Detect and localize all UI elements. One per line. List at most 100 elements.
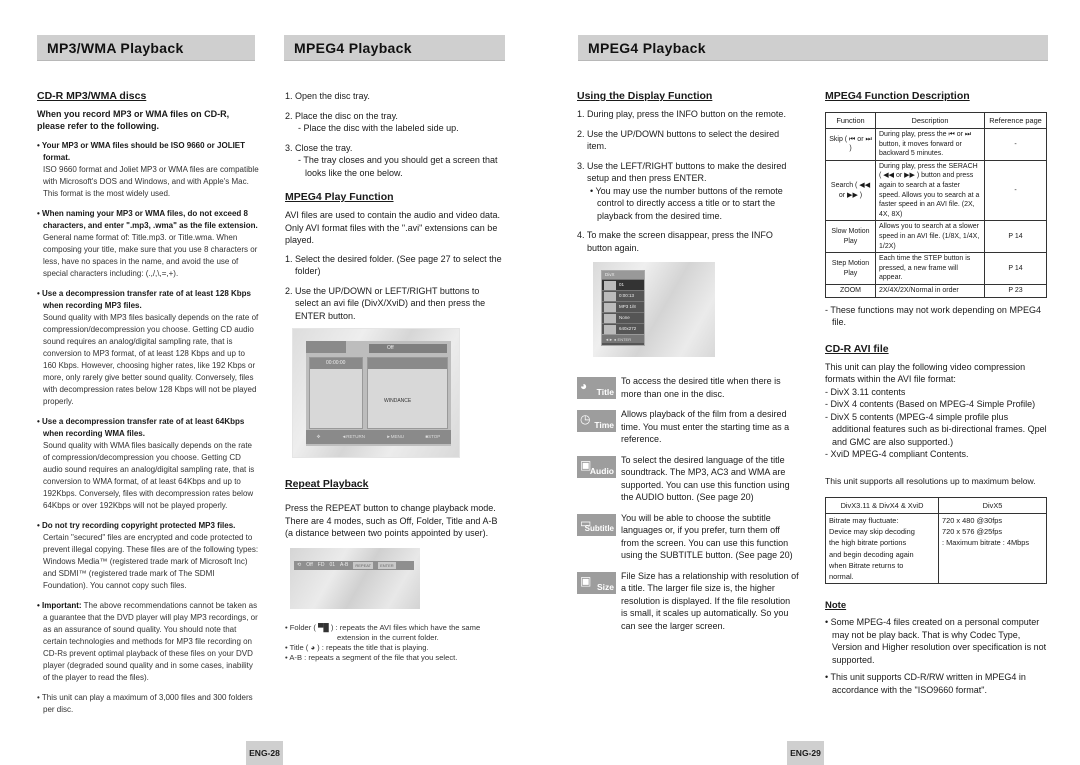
feature-audio: ▣ Audio To select the desired language of… xyxy=(577,454,799,504)
browser-footer: ✥ ◄RETURN ►MENU ■STOP xyxy=(306,430,451,444)
col-header: Description xyxy=(875,112,985,129)
time-readout: 00:00:00 xyxy=(310,358,362,369)
description-cell: During play, press the ⏮ or ⏭ button, it… xyxy=(875,128,985,161)
resolution-table: DivX3.11 & DivX4 & XviD DivX5 Bitrate ma… xyxy=(825,497,1047,585)
step-sub: - The tray closes and you should get a s… xyxy=(298,155,498,178)
feature-text: To select the desired language of the ti… xyxy=(621,454,790,503)
res-line: : Maximum bitrate : 4Mbps xyxy=(942,538,1030,548)
bullet-body: ISO 9660 format and Joliet MP3 or WMA fi… xyxy=(43,165,259,198)
section-title-cdr-mp3: CD-R MP3/WMA discs xyxy=(37,90,147,102)
step-item: 1. Open the disc tray. xyxy=(285,91,370,101)
file-pane-header xyxy=(368,358,447,369)
feature-text: To access the desired title when there i… xyxy=(621,376,781,399)
step-item: 3. Close the tray. - The tray closes and… xyxy=(285,142,503,180)
footer-return: ◄RETURN xyxy=(341,434,365,439)
res-line: when Bitrate returns to xyxy=(829,560,904,570)
subtitle-icon: ▭ Subtitle xyxy=(577,513,616,536)
bullet-body: Sound quality with WMA files basically d… xyxy=(43,441,255,510)
page-number-left: ENG-28 xyxy=(246,741,283,765)
play-step: 1. Select the desired folder. (See page … xyxy=(285,253,502,277)
function-cell: Step Motion Play xyxy=(825,252,876,285)
reference-cell: P 23 xyxy=(984,283,1047,298)
function-cell: Skip ( ⏮ or ⏭ ) xyxy=(825,128,876,161)
important-label: • Important: xyxy=(37,601,82,610)
bullet-head: • When naming your MP3 or WMA files, do … xyxy=(37,209,258,230)
info-row-size: 640x272 xyxy=(602,323,644,334)
feature-title: ◕ Title To access the desired title when … xyxy=(577,375,799,400)
time-icon: ◷ Time xyxy=(577,410,616,432)
bullet-head: • Your MP3 or WMA files should be ISO 96… xyxy=(37,141,246,162)
res-line: Bitrate may fluctuate: xyxy=(829,516,899,525)
step-main: 2. Place the disc on the tray. xyxy=(285,110,398,121)
icon-label: Time xyxy=(594,420,614,430)
table-row: Slow Motion Play Allows you to search at… xyxy=(825,220,1047,254)
reference-cell: P 14 xyxy=(984,220,1047,254)
function-cell: Slow Motion Play xyxy=(825,220,876,254)
legend-folder-cont: extension in the current folder. xyxy=(337,632,439,642)
bullet-head: • Use a decompression transfer rate of a… xyxy=(37,417,245,438)
section-title-display: Using the Display Function xyxy=(577,90,713,102)
table-row: ZOOM 2X/4X/2X/Normal in order P 23 xyxy=(825,283,1047,298)
feature-subtitle: ▭ Subtitle You will be able to choose the… xyxy=(577,512,799,562)
legend-title: • Title ( ◕ ) : repeats the title that i… xyxy=(285,642,429,652)
feature-text: File Size has a relationship with resolu… xyxy=(621,570,799,631)
size-icon: ▣ Size xyxy=(577,571,616,594)
section-title-repeat: Repeat Playback xyxy=(285,478,369,490)
table-row: Bitrate may fluctuate: Device may skip d… xyxy=(825,512,1047,585)
important-text: The above recommendations cannot be take… xyxy=(43,601,258,682)
size-icon xyxy=(604,324,616,334)
function-cell: ZOOM xyxy=(825,283,876,298)
reference-cell: P 14 xyxy=(984,252,1047,285)
step-item: 1. During play, press the INFO button on… xyxy=(577,109,786,119)
step-sub: - Place the disc with the labeled side u… xyxy=(298,123,459,133)
description-cell: Each time the STEP button is pressed, a … xyxy=(875,252,985,285)
repeat-bar: ⟲ Off FD 01 A-B REPEAT ENTER xyxy=(294,560,414,570)
page-number-right: ENG-29 xyxy=(787,741,824,765)
table-header-row: DivX3.11 & DivX4 & XviD DivX5 xyxy=(825,497,1047,514)
info-value: 640x272 xyxy=(619,326,637,331)
icon-label: Title xyxy=(596,387,614,397)
title-icon xyxy=(604,280,616,290)
audio-icon: ▣ Audio xyxy=(577,455,616,478)
col-header: DivX5 xyxy=(938,497,1047,514)
title-icon: ◕ Title xyxy=(577,377,616,399)
info-screenshot: DivX 01 0:00:13 MP3 1/8 None 640x272 ◄► … xyxy=(593,262,715,357)
subtitle-icon xyxy=(604,313,616,323)
step-item: 4. To make the screen disappear, press t… xyxy=(577,230,773,253)
info-panel: DivX 01 0:00:13 MP3 1/8 None 640x272 ◄► … xyxy=(601,270,645,346)
bullet-item: • Use a decompression transfer rate of a… xyxy=(37,416,259,512)
icon-label: Audio xyxy=(589,465,614,476)
repeat-text: Press the REPEAT button to change playba… xyxy=(285,503,498,538)
col-header: Reference page xyxy=(984,112,1047,129)
info-header: DivX xyxy=(602,271,644,279)
note-item: • Some MPEG-4 files created on a persona… xyxy=(825,617,1047,665)
folder-pane: 00:00:00 xyxy=(309,357,363,429)
avi-item: - DivX 3.11 contents xyxy=(825,386,906,397)
footer-stop: ■STOP xyxy=(425,434,441,439)
bullet-head: • Do not try recording copyright protect… xyxy=(37,521,236,530)
description-cell: 2X/4X/2X/Normal in order xyxy=(875,283,985,298)
section-title-function-desc: MPEG4 Function Description xyxy=(825,90,970,102)
file-pane: WINDANCE xyxy=(367,357,448,429)
res-intro: This unit supports all resolutions up to… xyxy=(825,475,1036,486)
table-note: - These functions may not work depending… xyxy=(825,304,1041,328)
res-line: the high bitrate portions xyxy=(829,538,907,548)
function-table: Function Description Reference page Skip… xyxy=(825,112,1047,298)
bullet-body: Sound quality with MP3 files basically d… xyxy=(43,313,259,406)
avi-item: - DivX 4 contents (Based on MPEG-4 Simpl… xyxy=(825,399,1036,409)
repeat-title: 01 xyxy=(329,561,336,568)
repeat-screenshot: ⟲ Off FD 01 A-B REPEAT ENTER xyxy=(290,547,420,609)
avi-item: - DivX 5 contents (MPEG-4 simple profile… xyxy=(825,411,1047,447)
repeat-icon: ⟲ xyxy=(297,561,302,568)
feature-text: Allows playback of the film from a desir… xyxy=(621,409,790,444)
footer-menu: ►MENU xyxy=(386,434,405,439)
step-item: 3. Use the LEFT/RIGHT buttons to make th… xyxy=(577,160,799,223)
table-row: Search ( ◀◀ or ▶▶ ) During play, press t… xyxy=(825,159,1047,222)
column-mp3-wma: CD-R MP3/WMA discs When you record MP3 o… xyxy=(37,90,259,716)
res-left-cell: Bitrate may fluctuate: Device may skip d… xyxy=(825,512,939,585)
audio-icon xyxy=(604,302,616,312)
browser-tab xyxy=(306,341,346,353)
bullet-item: • When naming your MP3 or WMA files, do … xyxy=(37,208,259,280)
table-row: Skip ( ⏮ or ⏭ ) During play, press the ⏮… xyxy=(825,128,1047,161)
feature-list: ◕ Title To access the desired title when … xyxy=(577,375,799,632)
